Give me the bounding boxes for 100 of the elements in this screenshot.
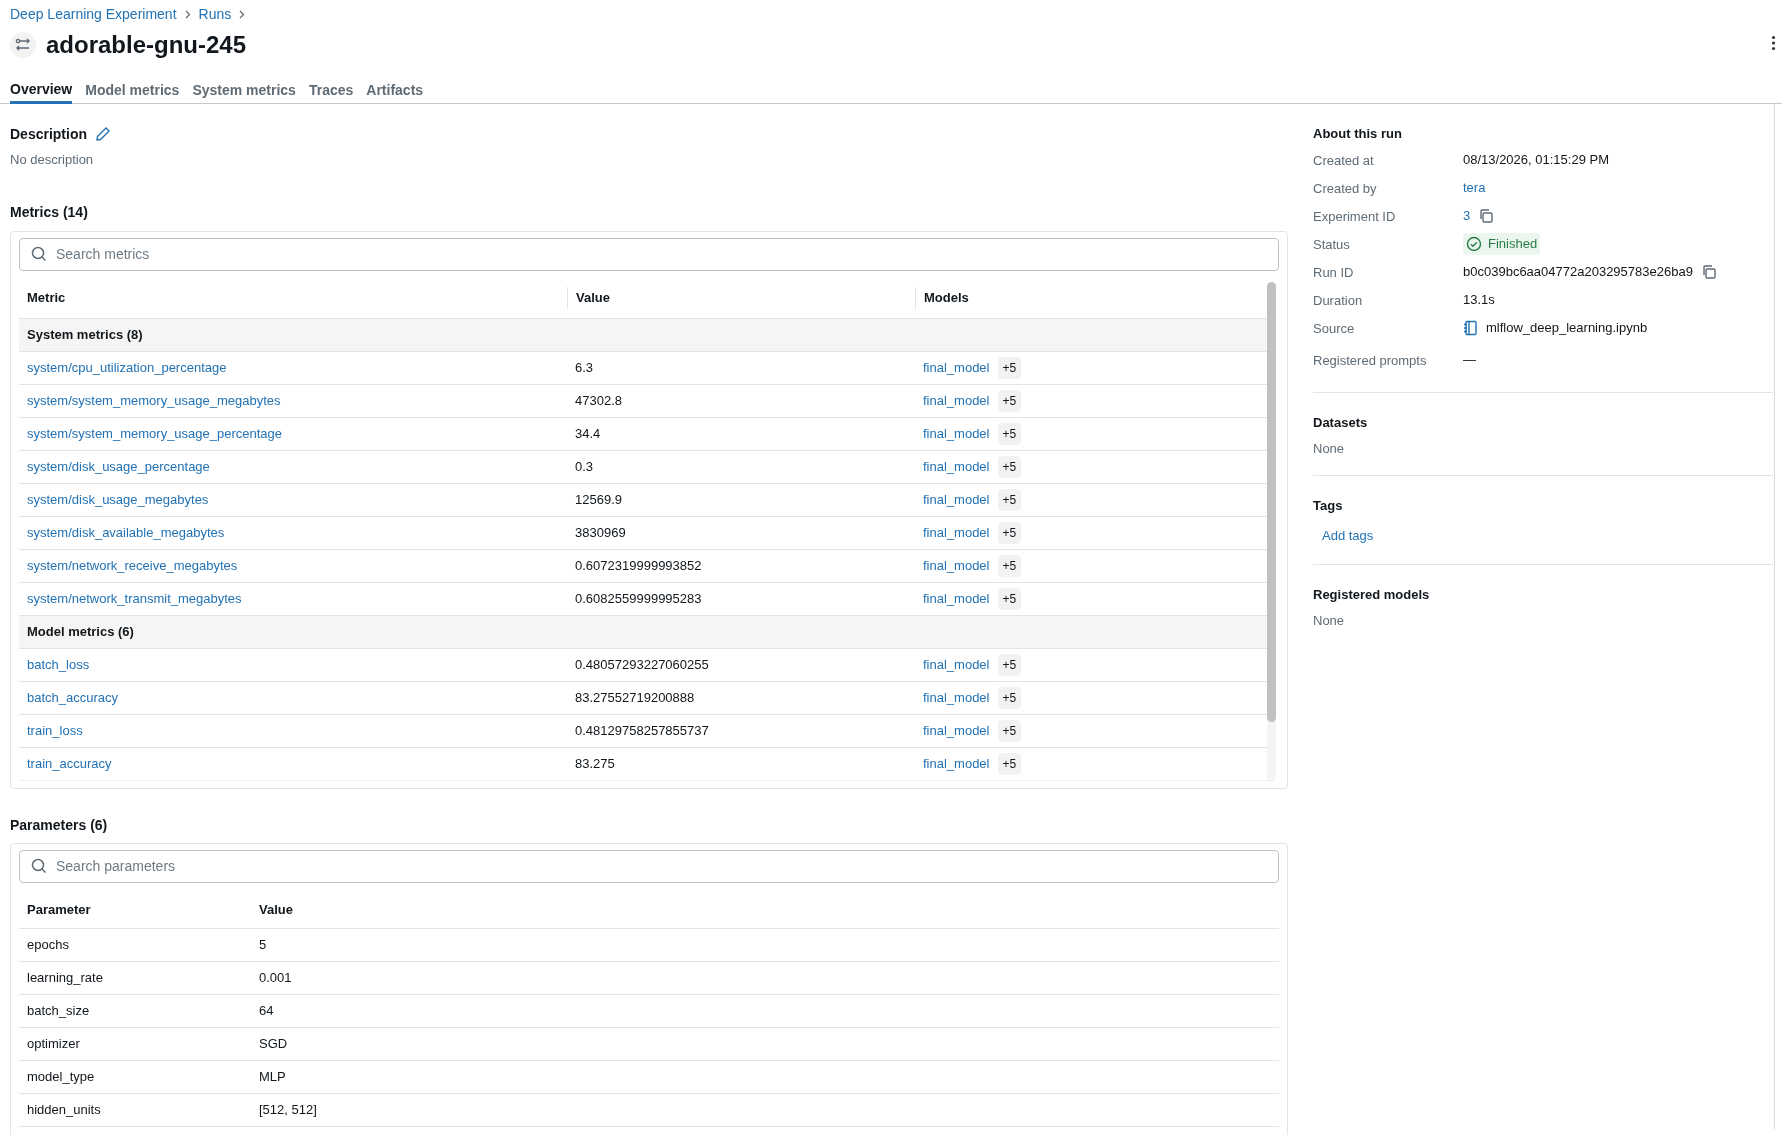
table-cell: learning_rate (27, 969, 103, 985)
model-link[interactable]: final_model (923, 588, 990, 609)
model-link[interactable]: final_model (923, 489, 990, 510)
table-cell: MLP (259, 1068, 286, 1084)
table-cell: 5 (259, 936, 267, 952)
table-cell: 34.4 (575, 425, 601, 441)
group-header: Model metrics (6) (27, 622, 134, 641)
description-text: No description (10, 151, 95, 169)
tab[interactable]: Overview (10, 76, 73, 104)
copy-icon[interactable] (1700, 264, 1717, 280)
metric-link[interactable]: system/cpu_utilization_percentage (27, 359, 227, 375)
model-link[interactable]: final_model (923, 654, 990, 675)
more-models-badge[interactable]: +5 (997, 521, 1022, 544)
table-cell: 47302.8 (575, 392, 622, 408)
column-header: Value (259, 902, 293, 917)
user-link[interactable]: tera (1463, 178, 1486, 198)
breadcrumb-link[interactable]: Deep Learning Experiment (10, 3, 177, 25)
table-cell: 0.6082559999995283 (575, 590, 702, 606)
table-cell: [512, 512] (259, 1101, 317, 1117)
metric-link[interactable]: train_accuracy (27, 755, 112, 771)
search-field[interactable]: Search parameters (19, 849, 1279, 883)
metric-link[interactable]: system/disk_usage_megabytes (27, 491, 209, 507)
empty-text: None (1313, 611, 1346, 630)
table-cell: 83.275 (575, 755, 615, 771)
section-heading: Metrics (14) (10, 202, 89, 220)
search-field[interactable]: Search metrics (19, 237, 1279, 271)
metric-link[interactable]: train_loss (27, 722, 83, 738)
table-cell: batch_size (27, 1002, 90, 1018)
table-cell: optimizer (27, 1035, 80, 1051)
more-models-badge[interactable]: +5 (997, 389, 1022, 412)
more-models-badge[interactable]: +5 (997, 488, 1022, 511)
more-models-badge[interactable]: +5 (997, 653, 1022, 676)
table-cell: 0.3 (575, 458, 594, 474)
section-heading: About this run (1313, 125, 1403, 142)
experiment-link[interactable]: 3 (1463, 206, 1471, 226)
table-cell: 0.48129758257855737 (575, 722, 709, 738)
model-link[interactable]: final_model (923, 423, 990, 444)
metric-link[interactable]: system/network_receive_megabytes (27, 557, 238, 573)
metric-link[interactable]: system/disk_usage_percentage (27, 458, 210, 474)
more-models-badge[interactable]: +5 (997, 422, 1022, 445)
breadcrumb-link[interactable]: Runs (198, 3, 232, 25)
field-value: — (1463, 351, 1476, 370)
field-value: 13.1s (1463, 291, 1495, 310)
metric-link[interactable]: batch_accuracy (27, 689, 119, 705)
field-value: 08/13/2026, 01:15:29 PM (1463, 151, 1609, 170)
table-cell: 0.6072319999993852 (575, 557, 702, 573)
model-link[interactable]: final_model (923, 753, 990, 774)
more-models-badge[interactable]: +5 (997, 554, 1022, 577)
metric-link[interactable]: system/disk_available_megabytes (27, 524, 225, 540)
empty-text: None (1313, 440, 1346, 458)
more-models-badge[interactable]: +5 (997, 587, 1022, 610)
model-link[interactable]: final_model (923, 390, 990, 411)
run-title: adorable-gnu-245 (46, 33, 247, 57)
field-value: b0c039bc6aa04772a203295783e26ba9 (1463, 263, 1693, 282)
tab[interactable]: Model metrics (85, 76, 180, 104)
tab[interactable]: Traces (308, 76, 354, 104)
metric-link[interactable]: system/system_memory_usage_megabytes (27, 392, 281, 408)
table-cell: 0.48057293227060255 (575, 656, 709, 672)
table-cell: 64 (259, 1002, 274, 1018)
field-label: Duration (1313, 293, 1363, 308)
edit-icon[interactable] (95, 126, 111, 142)
more-options-icon[interactable] (1771, 35, 1776, 51)
add-tags-button[interactable]: Add tags (1322, 525, 1374, 546)
table-cell: 12569.9 (575, 491, 622, 507)
metric-link[interactable]: system/network_transmit_megabytes (27, 590, 242, 606)
scrollbar[interactable] (1267, 281, 1276, 782)
table-cell: SGD (259, 1035, 288, 1051)
section-heading: Datasets (1313, 414, 1369, 431)
section-heading: Parameters (6) (10, 815, 109, 833)
table-cell: model_type (27, 1068, 95, 1084)
table-cell: epochs (27, 936, 69, 952)
field-label: Registered prompts (1313, 353, 1427, 368)
more-models-badge[interactable]: +5 (997, 455, 1022, 478)
model-link[interactable]: final_model (923, 357, 990, 378)
model-link[interactable]: final_model (923, 555, 990, 576)
search-icon (31, 857, 47, 874)
more-models-badge[interactable]: +5 (997, 356, 1022, 379)
more-models-badge[interactable]: +5 (997, 752, 1022, 775)
status-badge: Finished (1463, 233, 1541, 255)
search-icon (31, 245, 47, 262)
chevron-right-icon (239, 9, 246, 19)
field-label: Source (1313, 321, 1355, 336)
tab[interactable]: Artifacts (366, 76, 424, 104)
model-link[interactable]: final_model (923, 456, 990, 477)
more-models-badge[interactable]: +5 (997, 686, 1022, 709)
tab[interactable]: System metrics (192, 76, 296, 104)
section-heading: Tags (1313, 496, 1344, 514)
copy-icon[interactable] (1478, 208, 1495, 224)
table-cell: hidden_units (27, 1101, 101, 1117)
model-link[interactable]: final_model (923, 720, 990, 741)
table-cell: 0.001 (259, 969, 292, 985)
field-label: Created at (1313, 153, 1374, 168)
model-link[interactable]: final_model (923, 522, 990, 543)
metric-link[interactable]: system/system_memory_usage_percentage (27, 425, 283, 441)
model-link[interactable]: final_model (923, 687, 990, 708)
table-cell: 83.27552719200888 (575, 689, 695, 705)
notebook-icon (1463, 320, 1478, 336)
source-link[interactable]: mlflow_deep_learning.ipynb (1486, 318, 1648, 338)
metric-link[interactable]: batch_loss (27, 656, 90, 672)
more-models-badge[interactable]: +5 (997, 719, 1022, 742)
